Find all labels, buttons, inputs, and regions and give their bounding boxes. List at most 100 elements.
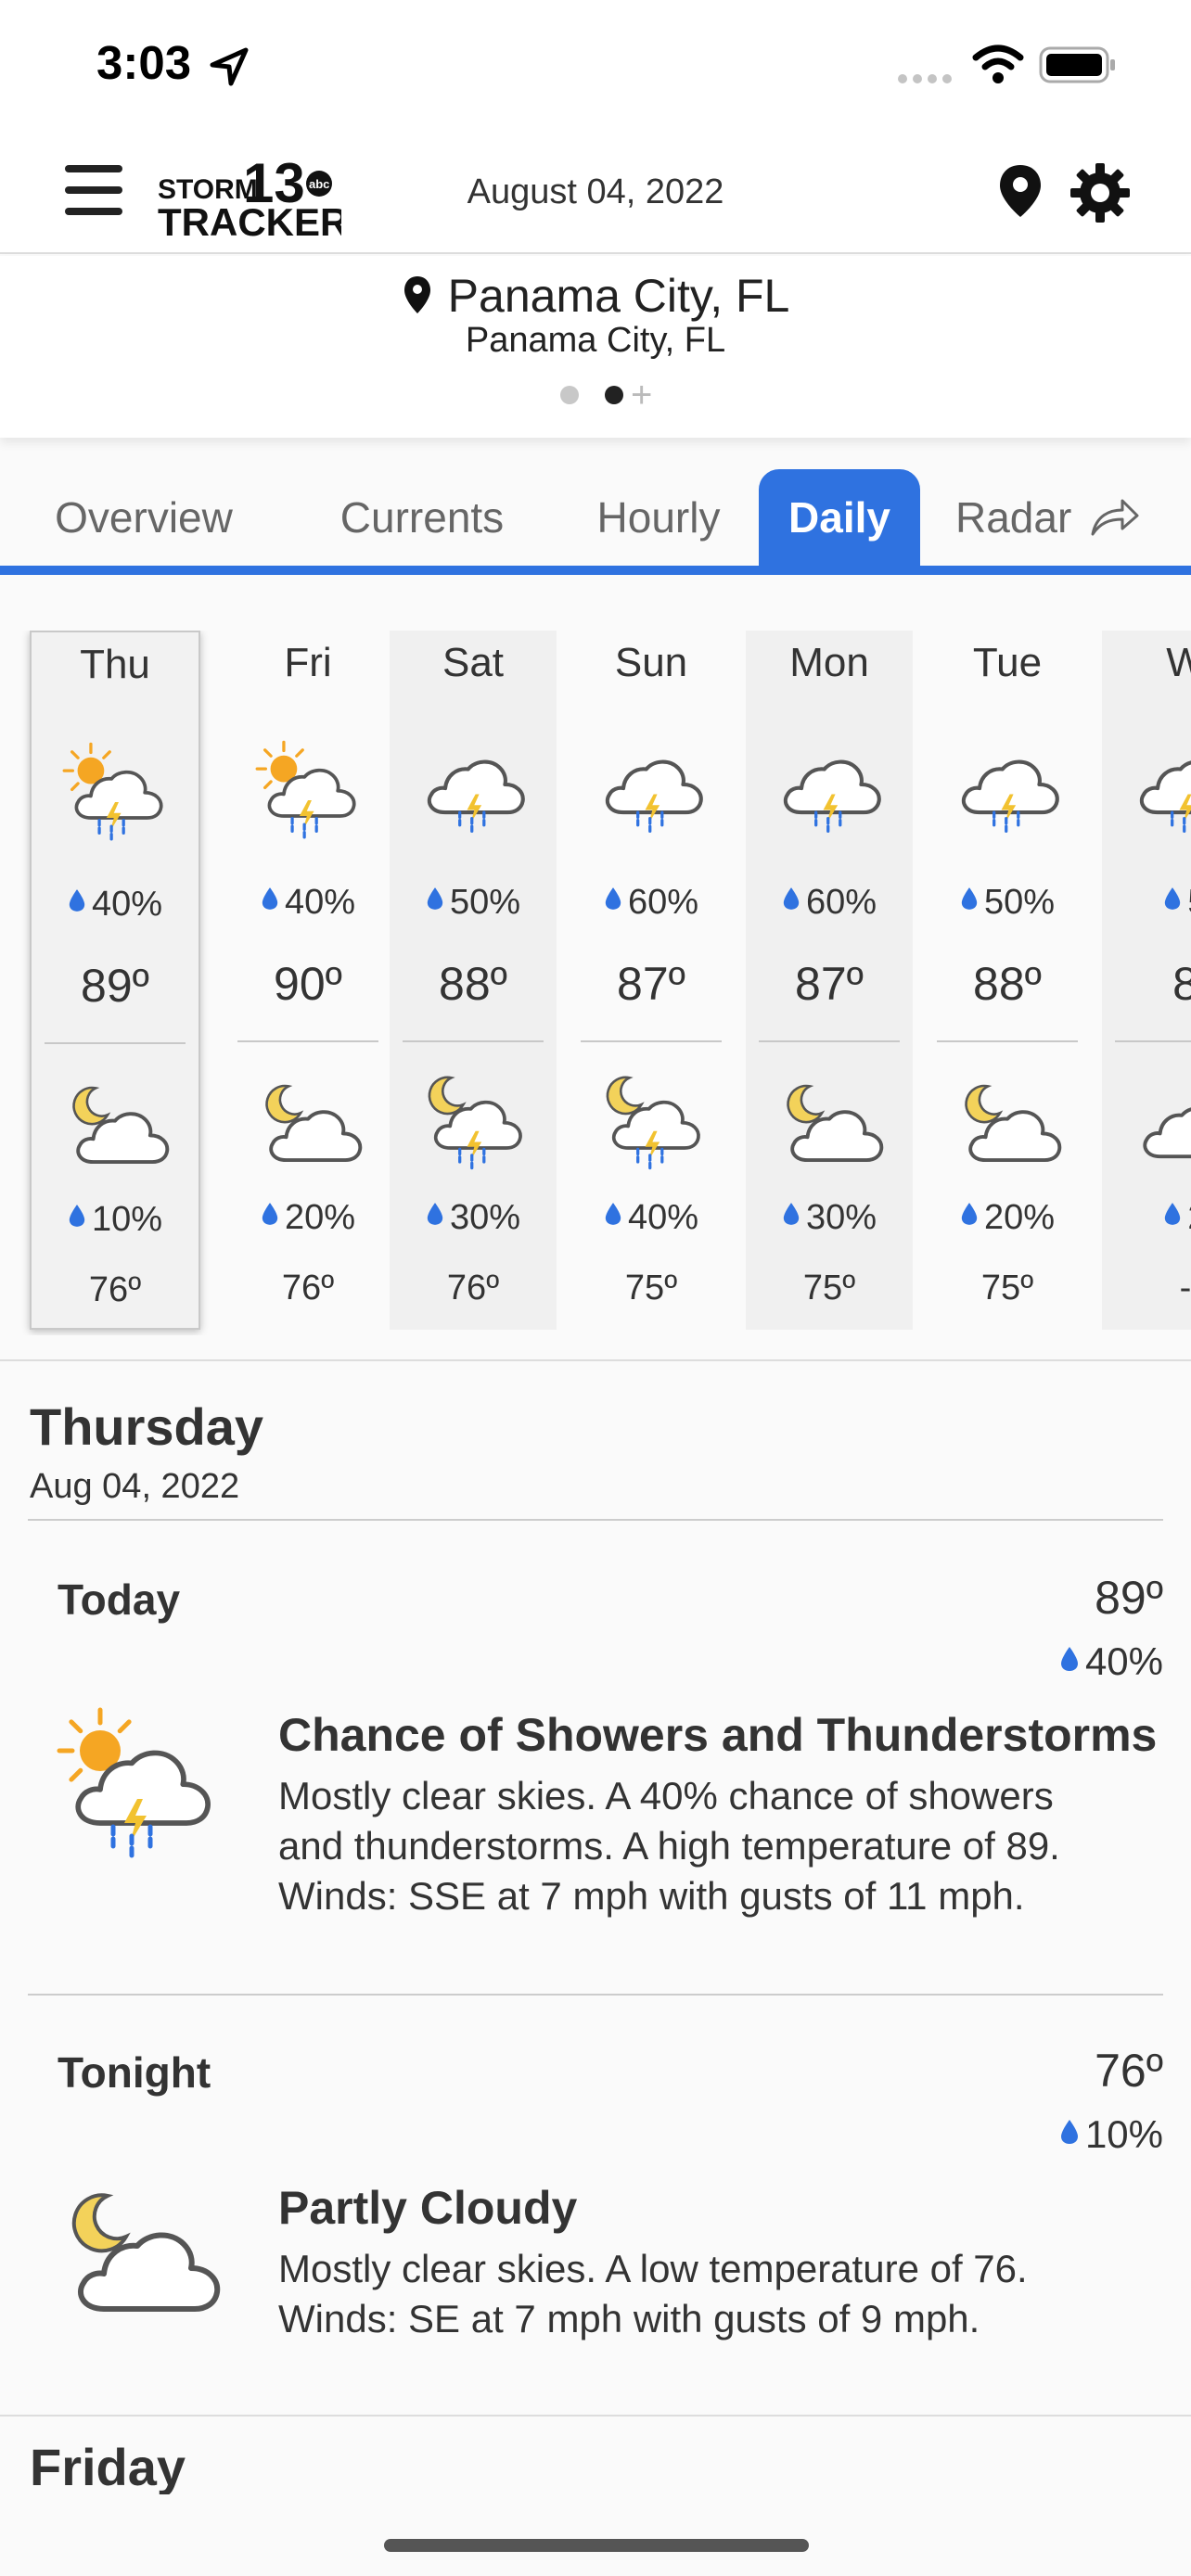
next-day-title: Friday: [30, 2438, 186, 2496]
thunderstorm-icon: [961, 759, 1059, 834]
partly-cloudy-night-icon: [965, 1084, 1062, 1163]
tab-radar[interactable]: Radar: [955, 469, 1150, 566]
night-pop: 30%: [390, 1198, 557, 1238]
day-name: Mon: [789, 640, 869, 685]
daily-column-fri[interactable]: Fri 40% 90º 20% 76º: [224, 631, 391, 1330]
thunderstorm-icon: [605, 759, 703, 834]
divider: [28, 1994, 1163, 1996]
period-pop-value: 10%: [1084, 2112, 1163, 2156]
tab-bar: Overview Currents Hourly Daily Radar: [0, 469, 1191, 575]
daily-column-sun[interactable]: Sun 60% 87º 40% 75º: [568, 631, 735, 1330]
day-low: 75º: [624, 1269, 678, 1307]
period-description-tonight: Mostly clear skies. A low temperature of…: [278, 2247, 1028, 2340]
day-name: Fri: [284, 640, 332, 685]
raindrop-icon: [262, 887, 278, 910]
tab-daily[interactable]: Daily: [759, 469, 920, 566]
night-pop: 2: [1102, 1198, 1191, 1238]
location-city: Panama City, FL: [447, 270, 790, 322]
period-label-tonight: Tonight: [58, 2048, 211, 2097]
storm-tracker-logo[interactable]: STORM 13 abc TRACKER: [156, 150, 341, 243]
night-pop: 10%: [32, 1200, 198, 1240]
day-low: 76º: [88, 1270, 142, 1309]
day-name: Tue: [972, 640, 1043, 685]
night-pop: 20%: [224, 1198, 391, 1238]
period-temp-today: 89º: [1095, 1572, 1163, 1624]
period-temp-tonight: 76º: [1095, 2045, 1163, 2097]
period-condition-tonight: Partly Cloudy: [278, 2182, 578, 2234]
period-pop-value: 40%: [1084, 1639, 1163, 1683]
day-name: Thu: [80, 642, 150, 687]
cloud-icon: [1143, 1107, 1191, 1159]
day-name: Sat: [442, 640, 505, 685]
day-low: 76º: [446, 1269, 500, 1307]
day-high: 90º: [274, 958, 342, 1010]
location-pin-icon[interactable]: [994, 161, 1046, 221]
daily-forecast-strip[interactable]: Thu 40% 89º 10% 76º Fri 40% 90º 20% 76º Sat 50% 88º 3…: [0, 631, 1191, 1335]
add-location-icon[interactable]: +: [631, 376, 652, 414]
hamburger-menu-icon[interactable]: [65, 165, 122, 217]
raindrop-icon: [783, 887, 800, 910]
divider: [0, 1359, 1191, 1361]
raindrop-icon: [783, 1203, 800, 1225]
location-pin-icon: [403, 276, 430, 313]
gear-icon[interactable]: [1069, 161, 1132, 224]
daily-column-sat[interactable]: Sat 50% 88º 30% 76º: [390, 631, 557, 1330]
partly-cloudy-night-icon: [787, 1084, 884, 1163]
raindrop-icon: [69, 1205, 85, 1227]
day-low: -: [1179, 1269, 1191, 1307]
day-low: 75º: [802, 1269, 856, 1307]
page-dot-active[interactable]: [605, 386, 623, 404]
home-indicator[interactable]: [384, 2539, 809, 2552]
day-pop: 60%: [568, 883, 735, 923]
daily-column-thu[interactable]: Thu 40% 89º 10% 76º: [30, 631, 200, 1330]
divider: [0, 2415, 1191, 2417]
partly-cloudy-night-icon: [71, 2193, 221, 2312]
thunderstorm-icon: [783, 759, 881, 834]
day-pop: 40%: [224, 883, 391, 923]
location-selector[interactable]: Panama City, FL Panama City, FL +: [0, 256, 1191, 438]
tab-currents[interactable]: Currents: [297, 469, 547, 566]
raindrop-icon: [1165, 1203, 1181, 1225]
day-low: 76º: [281, 1269, 335, 1307]
partly-sunny-thunderstorm-icon: [255, 740, 356, 840]
status-time: 3:03: [96, 36, 192, 89]
day-high: 87º: [795, 958, 864, 1010]
raindrop-icon: [605, 1203, 621, 1225]
day-pop: 40%: [32, 885, 198, 925]
battery-icon: [1039, 46, 1115, 83]
day-pop: 50%: [390, 883, 557, 923]
day-pop: 60%: [746, 883, 913, 923]
tab-hourly[interactable]: Hourly: [566, 469, 751, 566]
tab-overview[interactable]: Overview: [19, 469, 269, 566]
period-pop-tonight: 10%: [1059, 2112, 1163, 2157]
partly-cloudy-night-icon: [72, 1086, 170, 1165]
night-thunderstorm-icon: [428, 1076, 522, 1170]
status-bar: 3:03: [0, 0, 1191, 139]
raindrop-icon: [605, 887, 621, 910]
raindrop-icon: [1060, 2120, 1078, 2144]
raindrop-icon: [69, 889, 85, 912]
night-pop: 30%: [746, 1198, 913, 1238]
partly-cloudy-night-icon: [265, 1084, 363, 1163]
day-name: Sun: [614, 640, 688, 685]
daily-column-tue[interactable]: Tue 50% 88º 20% 75º: [924, 631, 1091, 1330]
day-pop: 50%: [924, 883, 1091, 923]
night-thunderstorm-icon: [606, 1076, 700, 1170]
day-high: 87º: [617, 958, 685, 1010]
page-indicator[interactable]: +: [560, 376, 652, 414]
location-subtitle: Panama City, FL: [465, 321, 726, 360]
day-high: 8: [1172, 958, 1191, 1010]
page-dot[interactable]: [560, 386, 579, 404]
header-date: August 04, 2022: [467, 172, 724, 211]
raindrop-icon: [427, 1203, 443, 1225]
divider: [28, 1519, 1163, 1521]
detail-day-title: Thursday: [30, 1397, 264, 1456]
day-pop: 5: [1102, 883, 1191, 923]
wifi-icon: [972, 45, 1024, 83]
period-pop-today: 40%: [1059, 1639, 1163, 1684]
raindrop-icon: [1165, 887, 1181, 910]
period-label-today: Today: [58, 1575, 181, 1624]
daily-column-w[interactable]: W 5 8 2 -: [1102, 631, 1191, 1330]
daily-column-mon[interactable]: Mon 60% 87º 30% 75º: [746, 631, 913, 1330]
tab-radar-label: Radar: [955, 493, 1072, 542]
